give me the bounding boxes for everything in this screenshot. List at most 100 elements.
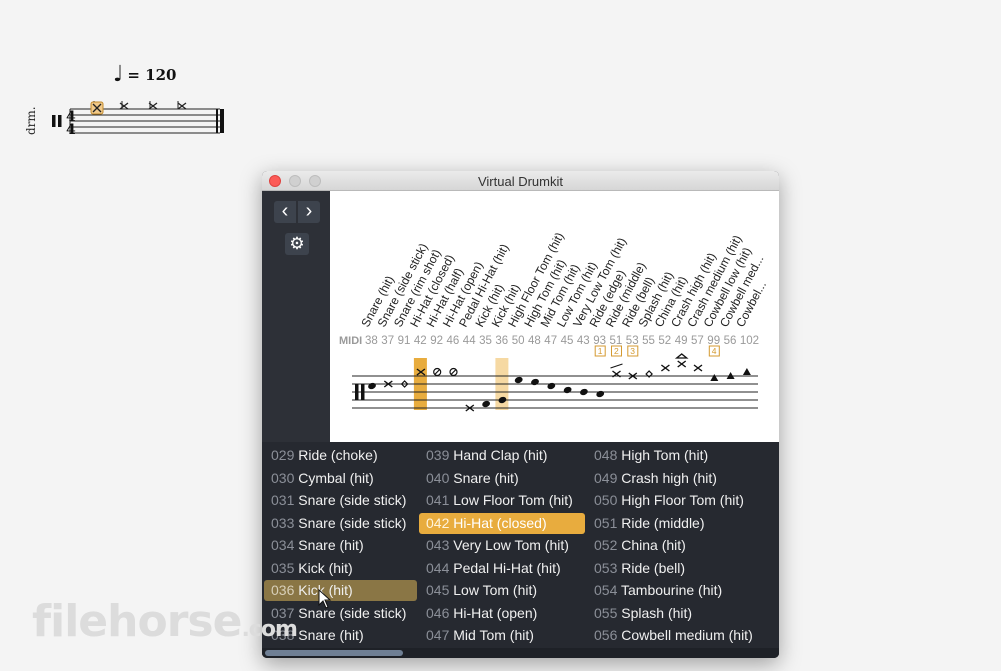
instrument-number: 046 <box>426 604 450 621</box>
chevron-right-icon: › <box>305 200 313 222</box>
midi-number: 35 <box>479 335 492 347</box>
midi-number: 47 <box>544 335 557 347</box>
instrument-item-partial[interactable]: 0 <box>772 513 779 534</box>
watermark-brand: filehorse <box>32 596 242 647</box>
previous-button[interactable]: ‹ <box>274 201 296 223</box>
notehead <box>660 364 670 372</box>
instrument-item[interactable]: 046 Hi-Hat (open) <box>419 603 585 624</box>
watermark-suffix: .com <box>241 617 297 642</box>
midi-number: 44 <box>463 335 476 347</box>
midi-number: 52 <box>658 335 671 347</box>
instrument-item[interactable]: 049 Crash high (hit) <box>587 468 755 489</box>
instrument-item-partial[interactable]: 0 <box>772 535 779 556</box>
notehead-slash <box>610 363 623 369</box>
instrument-name: Hi-Hat (open) <box>453 604 538 621</box>
percussion-clef <box>355 384 359 400</box>
drumkit-canvas[interactable]: MIDI Snare (hit) 38 Snare (side stick) 37 Sna… <box>330 191 779 442</box>
instrument-number: 054 <box>594 582 618 598</box>
instrument-name: Mid Tom (hit) <box>453 627 534 643</box>
midi-number: 50 <box>512 335 525 347</box>
title-bar[interactable]: Virtual Drumkit <box>262 171 779 191</box>
instrument-item-partial[interactable]: 0 <box>772 468 779 489</box>
instrument-number: 035 <box>271 559 295 576</box>
next-button[interactable]: › <box>298 201 320 223</box>
instrument-number: 034 <box>271 537 295 553</box>
midi-label: MIDI <box>339 335 362 347</box>
instrument-name: China (hit) <box>621 537 686 553</box>
instrument-name: Splash (hit) <box>621 604 693 621</box>
instrument-list: 029 Ride (choke) 030 Cymbal (hit) 031 Snar… <box>262 442 779 658</box>
midi-number: 102 <box>740 335 759 347</box>
instrument-item-partial[interactable]: 0 <box>772 490 779 511</box>
tempo-marking: ♩ = 120 <box>113 64 177 86</box>
instrument-number: 044 <box>426 559 450 576</box>
instrument-item[interactable]: 030 Cymbal (hit) <box>264 468 417 489</box>
instrument-number: 055 <box>594 604 618 621</box>
drum-badge-label: 3 <box>630 346 635 356</box>
instrument-item[interactable]: 056 Cowbell medium (hit) <box>587 625 755 646</box>
midi-number: 46 <box>447 335 460 347</box>
instrument-name: Very Low Tom (hit) <box>453 537 569 553</box>
midi-number: 38 <box>365 335 378 347</box>
instrument-item[interactable]: 043 Very Low Tom (hit) <box>419 535 585 556</box>
window-title: Virtual Drumkit <box>477 174 563 189</box>
instrument-item[interactable]: 044 Pedal Hi-Hat (hit) <box>419 558 585 579</box>
settings-button[interactable]: ⚙ <box>285 233 309 255</box>
mouse-cursor-icon <box>318 589 332 609</box>
drumkit-notation[interactable]: MIDISnare (hit)38Snare (side stick)37Sna… <box>330 191 779 442</box>
drum-badge-label: 4 <box>712 346 717 356</box>
instrument-item[interactable]: 053 Ride (bell) <box>587 558 755 579</box>
score-staff[interactable]: 4 4 drm. <box>20 95 240 145</box>
midi-number: 49 <box>675 335 688 347</box>
instrument-item[interactable]: 050 High Floor Tom (hit) <box>587 490 755 511</box>
instrument-item[interactable]: 047 Mid Tom (hit) <box>419 625 585 646</box>
notehead <box>514 376 523 384</box>
instrument-name: Hi-Hat (closed) <box>453 514 547 531</box>
instrument-number: 042 <box>426 514 450 531</box>
instrument-item[interactable]: 040 Snare (hit) <box>419 468 585 489</box>
notehead <box>450 369 457 375</box>
instrument-name: Pedal Hi-Hat (hit) <box>453 559 561 576</box>
instrument-item[interactable]: 029 Ride (choke) <box>264 445 417 466</box>
instrument-item[interactable]: 031 Snare (side stick) <box>264 490 417 511</box>
notehead <box>596 390 605 398</box>
instrument-item[interactable]: 041 Low Floor Tom (hit) <box>419 490 585 511</box>
instrument-item[interactable]: 055 Splash (hit) <box>587 603 755 624</box>
instrument-name: Ride (bell) <box>621 559 686 576</box>
instrument-number: 029 <box>271 447 295 463</box>
notehead <box>580 388 588 396</box>
instrument-item[interactable]: 045 Low Tom (hit) <box>419 580 585 601</box>
instrument-name: Cymbal (hit) <box>298 469 374 486</box>
instrument-item[interactable]: 054 Tambourine (hit) <box>587 580 755 601</box>
instrument-number: 048 <box>594 447 618 463</box>
notehead <box>563 386 572 394</box>
instrument-item[interactable]: 048 High Tom (hit) <box>587 445 755 466</box>
instrument-item[interactable]: 051 Ride (middle) <box>587 513 755 534</box>
instrument-number: 050 <box>594 492 618 508</box>
staff-label: drm. <box>24 106 38 135</box>
notehead <box>368 382 376 390</box>
instrument-item[interactable]: 052 China (hit) <box>587 535 755 556</box>
instrument-item[interactable]: 034 Snare (hit) <box>264 535 417 556</box>
midi-number: 37 <box>381 335 394 347</box>
instrument-item[interactable]: 033 Snare (side stick) <box>264 513 417 534</box>
scrollbar-thumb[interactable] <box>265 650 403 656</box>
instrument-number: 033 <box>271 514 295 531</box>
instrument-item-partial[interactable]: 0 <box>772 580 779 601</box>
instrument-item[interactable]: 035 Kick (hit) <box>264 558 417 579</box>
instrument-item-partial[interactable]: 0 <box>772 558 779 579</box>
notehead <box>434 369 441 375</box>
instrument-item-partial[interactable]: 0 <box>772 445 779 466</box>
instrument-item-partial[interactable]: 0 <box>772 603 779 624</box>
filehorse-watermark: filehorse.com <box>32 596 298 647</box>
instrument-item-partial[interactable]: 0 <box>772 625 779 646</box>
instrument-name: Snare (side stick) <box>298 492 407 508</box>
instrument-item[interactable]: 042 Hi-Hat (closed) <box>419 512 585 534</box>
instrument-item[interactable]: 039 Hand Clap (hit) <box>419 445 585 466</box>
instrument-name: Snare (hit) <box>453 469 519 486</box>
instrument-name: Snare (side stick) <box>298 604 407 621</box>
instrument-number: 053 <box>594 559 618 576</box>
notehead <box>693 364 703 372</box>
midi-number: 42 <box>414 335 427 347</box>
instrument-name: Crash high (hit) <box>621 469 717 486</box>
